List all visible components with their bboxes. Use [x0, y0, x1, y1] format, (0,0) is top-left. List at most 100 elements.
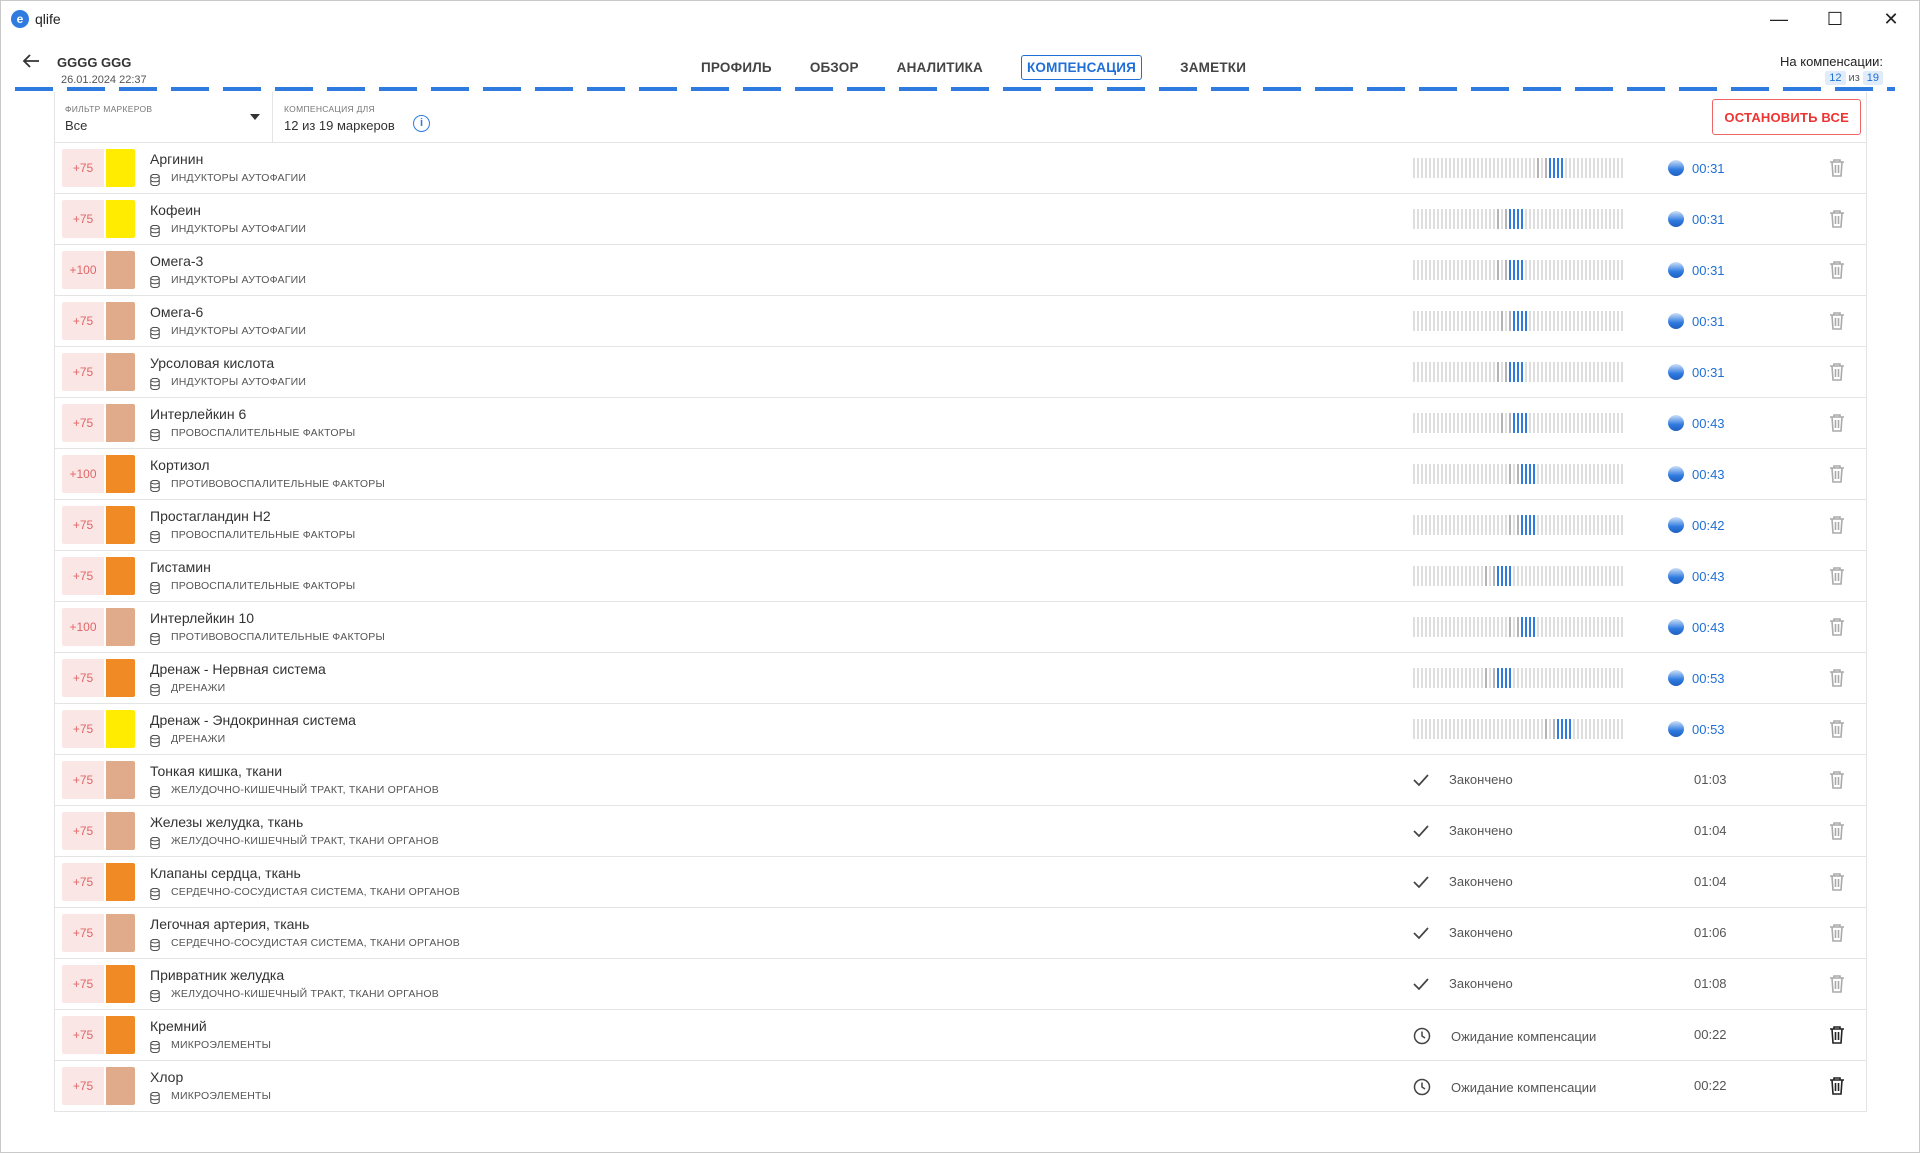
trash-icon[interactable] — [1828, 770, 1846, 790]
check-icon — [1413, 875, 1439, 889]
tab-1[interactable]: ПРОФИЛЬ — [701, 55, 772, 80]
progress-tick — [1445, 668, 1447, 688]
progress-tick — [1457, 413, 1459, 433]
marker-row[interactable]: +75 Дренаж - Эндокринная система ДРЕНАЖИ 00… — [55, 704, 1866, 755]
database-icon — [150, 785, 160, 799]
trash-icon[interactable] — [1828, 872, 1846, 892]
progress-tick — [1581, 515, 1583, 535]
progress-tick — [1433, 617, 1435, 637]
info-icon[interactable]: i — [413, 115, 430, 132]
progress-tick — [1453, 158, 1455, 178]
progress-tick — [1613, 515, 1615, 535]
trash-icon[interactable] — [1828, 974, 1846, 994]
trash-icon[interactable] — [1828, 566, 1846, 586]
progress-tick — [1453, 668, 1455, 688]
trash-icon[interactable] — [1828, 617, 1846, 637]
tab-4[interactable]: КОМПЕНСАЦИЯ — [1020, 55, 1143, 80]
progress-tick — [1573, 515, 1575, 535]
marker-row[interactable]: +75 Гистамин ПРОВОСПАЛИТЕЛЬНЫЕ ФАКТОРЫ 00:4… — [55, 551, 1866, 602]
compensation-total: 19 — [1862, 71, 1883, 85]
compensation-counter: 12 из 19 — [1825, 71, 1883, 85]
tab-5[interactable]: ЗАМЕТКИ — [1180, 55, 1246, 80]
progress-tick — [1557, 362, 1559, 382]
back-arrow-icon[interactable] — [19, 49, 45, 75]
minimize-button[interactable]: — — [1751, 1, 1807, 37]
progress-tick — [1601, 566, 1603, 586]
marker-row[interactable]: +75 Железы желудка, ткань ЖЕЛУДОЧНО-КИШЕЧН… — [55, 806, 1866, 857]
marker-row[interactable]: +75 Простагландин Н2 ПРОВОСПАЛИТЕЛЬНЫЕ ФАК… — [55, 500, 1866, 551]
compensation-timer: 00:31 — [1668, 262, 1725, 278]
compensation-progress-strip — [1413, 566, 1623, 586]
marker-row[interactable]: +75 Дренаж - Нервная система ДРЕНАЖИ 00:53 — [55, 653, 1866, 704]
marker-row[interactable]: +75 Клапаны сердца, ткань СЕРДЕЧНО-СОСУДИС… — [55, 857, 1866, 908]
progress-tick — [1553, 260, 1555, 280]
progress-tick — [1605, 617, 1607, 637]
tab-2[interactable]: ОБЗОР — [810, 55, 859, 80]
progress-tick — [1481, 209, 1483, 229]
progress-tick — [1533, 515, 1535, 535]
marker-row[interactable]: +100 Омега-3 ИНДУКТОРЫ АУТОФАГИИ 00:31 — [55, 245, 1866, 296]
marker-row[interactable]: +75 Интерлейкин 6 ПРОВОСПАЛИТЕЛЬНЫЕ ФАКТОР… — [55, 398, 1866, 449]
progress-tick — [1449, 413, 1451, 433]
progress-tick — [1489, 260, 1491, 280]
trash-icon[interactable] — [1828, 1025, 1846, 1045]
trash-icon[interactable] — [1828, 923, 1846, 943]
progress-tick — [1429, 311, 1431, 331]
progress-tick — [1489, 719, 1491, 739]
trash-icon[interactable] — [1828, 413, 1846, 433]
close-button[interactable]: ✕ — [1863, 1, 1919, 37]
status-text: Закончено — [1449, 874, 1513, 889]
trash-icon[interactable] — [1828, 719, 1846, 739]
progress-tick — [1605, 668, 1607, 688]
stop-all-button[interactable]: ОСТАНОВИТЬ ВСЕ — [1712, 99, 1861, 135]
marker-row[interactable]: +75 Тонкая кишка, ткани ЖЕЛУДОЧНО-КИШЕЧНЫЙ… — [55, 755, 1866, 806]
trash-icon[interactable] — [1828, 821, 1846, 841]
progress-tick — [1433, 209, 1435, 229]
progress-tick — [1565, 209, 1567, 229]
trash-icon[interactable] — [1828, 515, 1846, 535]
progress-tick — [1577, 362, 1579, 382]
progress-tick — [1569, 719, 1571, 739]
marker-row[interactable]: +75 Аргинин ИНДУКТОРЫ АУТОФАГИИ 00:31 — [55, 143, 1866, 194]
progress-tick — [1453, 209, 1455, 229]
trash-icon[interactable] — [1828, 1076, 1846, 1096]
marker-row[interactable]: +75 Хлор МИКРОЭЛЕМЕНТЫ Ожидание компенсации… — [55, 1061, 1866, 1112]
trash-icon[interactable] — [1828, 158, 1846, 178]
app-logo-icon: e — [11, 10, 29, 28]
marker-row[interactable]: +100 Интерлейкин 10 ПРОТИВОВОСПАЛИТЕЛЬНЫЕ … — [55, 602, 1866, 653]
check-icon — [1413, 977, 1439, 991]
progress-tick — [1533, 566, 1535, 586]
progress-tick — [1481, 158, 1483, 178]
trash-icon[interactable] — [1828, 209, 1846, 229]
marker-row[interactable]: +100 Кортизол ПРОТИВОВОСПАЛИТЕЛЬНЫЕ ФАКТОР… — [55, 449, 1866, 500]
trash-icon[interactable] — [1828, 668, 1846, 688]
progress-tick — [1517, 209, 1519, 229]
progress-tick — [1561, 260, 1563, 280]
marker-row[interactable]: +75 Кофеин ИНДУКТОРЫ АУТОФАГИИ 00:31 — [55, 194, 1866, 245]
progress-tick — [1597, 719, 1599, 739]
maximize-button[interactable]: ☐ — [1807, 1, 1863, 37]
trash-icon[interactable] — [1828, 260, 1846, 280]
progress-tick — [1461, 668, 1463, 688]
marker-row[interactable]: +75 Кремний МИКРОЭЛЕМЕНТЫ Ожидание компенса… — [55, 1010, 1866, 1061]
trash-icon[interactable] — [1828, 362, 1846, 382]
progress-tick — [1521, 464, 1523, 484]
marker-row[interactable]: +75 Легочная артерия, ткань СЕРДЕЧНО-СОСУД… — [55, 908, 1866, 959]
marker-filter-dropdown[interactable]: ФИЛЬТР МАРКЕРОВ Все — [55, 92, 273, 142]
progress-tick — [1461, 515, 1463, 535]
progress-tick — [1517, 158, 1519, 178]
progress-tick — [1549, 464, 1551, 484]
progress-tick — [1501, 719, 1503, 739]
progress-tick — [1585, 260, 1587, 280]
progress-tick — [1557, 668, 1559, 688]
trash-icon[interactable] — [1828, 464, 1846, 484]
progress-tick — [1609, 464, 1611, 484]
trash-icon[interactable] — [1828, 311, 1846, 331]
tab-3[interactable]: АНАЛИТИКА — [897, 55, 983, 80]
marker-row[interactable]: +75 Привратник желудка ЖЕЛУДОЧНО-КИШЕЧНЫЙ … — [55, 959, 1866, 1010]
progress-tick — [1505, 413, 1507, 433]
progress-tick — [1437, 566, 1439, 586]
marker-row[interactable]: +75 Омега-6 ИНДУКТОРЫ АУТОФАГИИ 00:31 — [55, 296, 1866, 347]
progress-tick — [1437, 158, 1439, 178]
marker-row[interactable]: +75 Урсоловая кислота ИНДУКТОРЫ АУТОФАГИИ 0… — [55, 347, 1866, 398]
